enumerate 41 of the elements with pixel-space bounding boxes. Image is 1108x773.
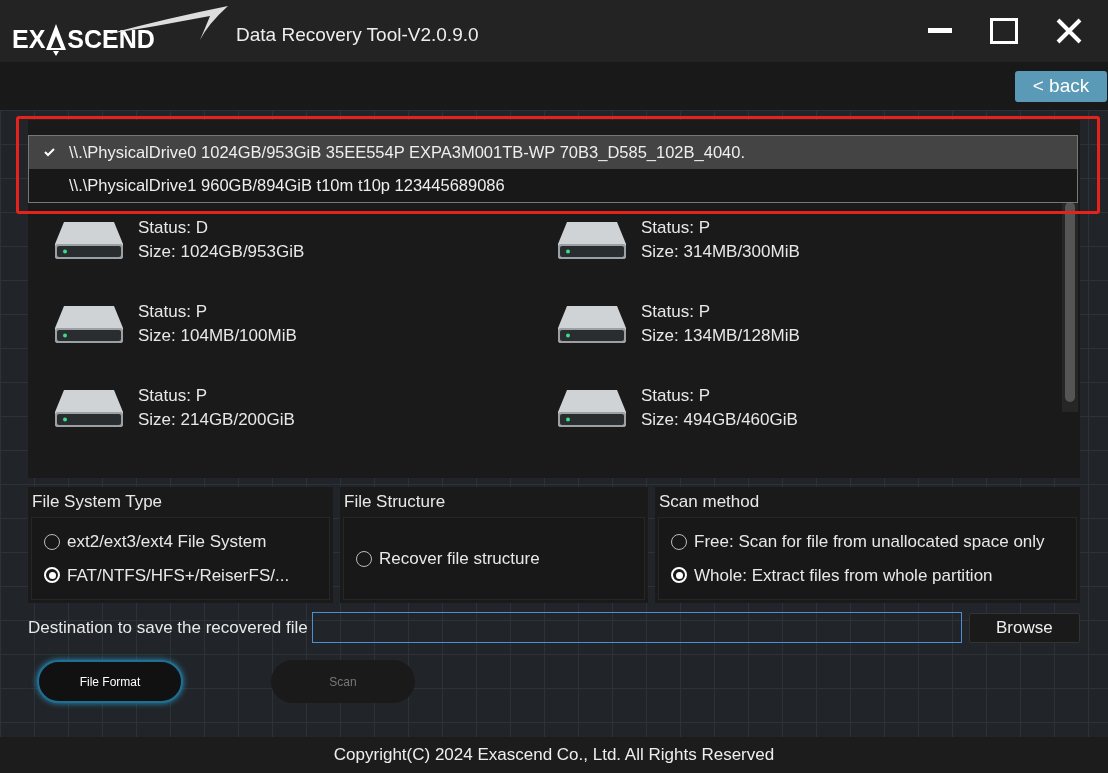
group-title: File System Type [31,491,164,514]
drive-icon [557,220,627,260]
triangle-icon [45,22,68,56]
close-icon[interactable] [1056,18,1082,44]
copyright-text: Copyright(C) 2024 Exascend Co., Ltd. All Rights Reserved [333,744,775,767]
partition-status: Status: P [641,385,711,407]
partition-status: Status: D [138,217,209,239]
check-icon [43,148,55,157]
logo-text: SCEND [67,27,155,52]
drive-option[interactable]: \\.\PhysicalDrive0 1024GB/953GiB 35EE554P EXPA3M001TB-WP 70B3_D585_102B_4040. [29,136,1077,169]
group-title: File Structure [343,491,447,514]
browse-button[interactable]: Browse [968,612,1080,643]
drive-icon [54,220,124,260]
minimize-icon[interactable] [928,28,952,34]
partition-size: Size: 1024GB/953GiB [138,241,305,263]
drive-icon [557,304,627,344]
scrollbar-thumb[interactable] [1065,202,1075,402]
partition-size: Size: 214GB/200GiB [138,409,295,431]
partition-status: Status: P [138,385,208,407]
maximize-icon[interactable] [990,18,1018,44]
destination-field[interactable] [311,612,962,643]
partition-size: Size: 494GB/460GiB [641,409,798,431]
radio-option[interactable]: Free: Scan for file from unallocated space only [671,529,1064,555]
file-format-button[interactable]: File Format [37,660,183,703]
partition-size: Size: 104MB/100MiB [138,325,297,347]
radio-option[interactable]: ext2/ext3/ext4 File System [44,529,317,555]
partition-size: Size: 314MB/300MiB [641,241,800,263]
radio-option[interactable]: FAT/NTFS/HFS+/ReiserFS/... [44,562,317,588]
partition-size: Size: 134MB/128MiB [641,325,800,347]
drive-icon [557,388,627,428]
window-title: Data Recovery Tool-V2.0.9.0 [236,22,479,47]
radio-option[interactable]: Whole: Extract files from whole partition [671,562,1064,588]
partition-status: Status: P [641,301,711,323]
radio-option[interactable]: Recover file structure [356,545,632,572]
partition-status: Status: P [138,301,208,323]
destination-label: Destination to save the recovered file [28,616,308,639]
partition-status: Status: P [641,217,711,239]
drive-icon [54,388,124,428]
group-title: Scan method [658,491,761,514]
logo-text: EX [12,27,46,52]
drive-icon [54,304,124,344]
